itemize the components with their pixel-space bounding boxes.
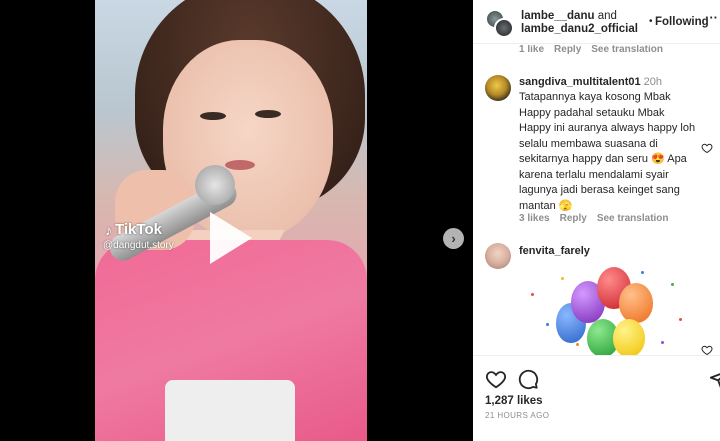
balloon-yellow bbox=[613, 319, 645, 355]
reply-button[interactable]: Reply bbox=[560, 213, 587, 224]
comment-username-link[interactable]: fenvita_farely bbox=[519, 245, 590, 257]
tiktok-watermark: ♪ TikTok bbox=[105, 221, 162, 238]
more-icon[interactable]: ··· bbox=[705, 10, 718, 25]
post-actions: 1,287 likes 21 HOURS AGO bbox=[473, 355, 720, 441]
comments-list[interactable]: 1 like Reply See translation sangdiva_mu… bbox=[473, 45, 720, 355]
video-subject-top bbox=[165, 380, 295, 441]
see-translation-button[interactable]: See translation bbox=[591, 45, 663, 55]
video-subject-eye bbox=[255, 110, 281, 118]
post-time: 21 HOURS AGO bbox=[485, 411, 550, 420]
avatar[interactable] bbox=[485, 243, 511, 269]
comment-time: 20h bbox=[643, 76, 663, 88]
confetti bbox=[561, 277, 564, 280]
confetti bbox=[531, 293, 534, 296]
comment-username-link[interactable]: sangdiva_multitalent01 bbox=[519, 76, 641, 88]
play-icon[interactable] bbox=[210, 212, 252, 264]
comment-like-count[interactable]: 3 likes bbox=[519, 213, 550, 224]
avatar[interactable] bbox=[494, 18, 514, 38]
comment-meta: 3 likes Reply See translation bbox=[519, 213, 669, 224]
confetti bbox=[661, 341, 664, 344]
video-frame[interactable]: ♪ TikTok @dangdut.story bbox=[95, 0, 367, 441]
heart-icon[interactable] bbox=[485, 368, 507, 390]
confetti bbox=[679, 318, 682, 321]
comment-like-count[interactable]: 1 like bbox=[519, 45, 544, 55]
confetti bbox=[671, 283, 674, 286]
comment-text: Tatapannya kaya kosong Mbak Happy padaha… bbox=[519, 91, 696, 212]
tiktok-watermark-handle: @dangdut.story bbox=[103, 240, 174, 251]
post-side-panel: lambe__danu and lambe_danu2_official • F… bbox=[473, 0, 720, 441]
owner-username-link[interactable]: lambe__danu bbox=[521, 10, 595, 22]
comment-heart-icon[interactable] bbox=[701, 142, 713, 154]
tiktok-watermark-label: TikTok bbox=[115, 221, 162, 238]
comment-username: sangdiva_multitalent01 20h bbox=[519, 76, 662, 88]
confetti bbox=[641, 271, 644, 274]
confetti bbox=[546, 323, 549, 326]
see-translation-button[interactable]: See translation bbox=[597, 213, 669, 224]
microphone-head bbox=[195, 165, 235, 205]
comment-heart-icon[interactable] bbox=[701, 344, 713, 355]
video-subject-eye bbox=[200, 112, 226, 120]
following-button[interactable]: Following bbox=[655, 16, 709, 28]
comment-username: fenvita_farely bbox=[519, 245, 590, 257]
likes-count[interactable]: 1,287 likes bbox=[485, 395, 543, 407]
owner-username-link[interactable]: lambe_danu2_official bbox=[521, 23, 638, 35]
comment-meta: 1 like Reply See translation bbox=[519, 45, 663, 55]
post-header: lambe__danu and lambe_danu2_official • F… bbox=[473, 0, 720, 44]
confetti bbox=[576, 343, 579, 346]
video-subject-mouth bbox=[225, 160, 255, 170]
tiktok-logo-icon: ♪ bbox=[105, 221, 112, 238]
reply-button[interactable]: Reply bbox=[554, 45, 581, 55]
balloon-orange bbox=[619, 283, 653, 323]
owner-connector: and bbox=[597, 10, 617, 22]
separator-dot: • bbox=[649, 16, 653, 27]
chevron-right-icon[interactable]: › bbox=[443, 228, 464, 249]
post-owners: lambe__danu and lambe_danu2_official bbox=[521, 10, 651, 36]
balloons-sticker bbox=[521, 263, 691, 355]
comment-icon[interactable] bbox=[517, 368, 539, 390]
post-media: ♪ TikTok @dangdut.story › bbox=[0, 0, 473, 441]
avatar[interactable] bbox=[485, 75, 511, 101]
share-icon[interactable] bbox=[709, 368, 720, 390]
collab-avatars[interactable] bbox=[485, 9, 515, 39]
